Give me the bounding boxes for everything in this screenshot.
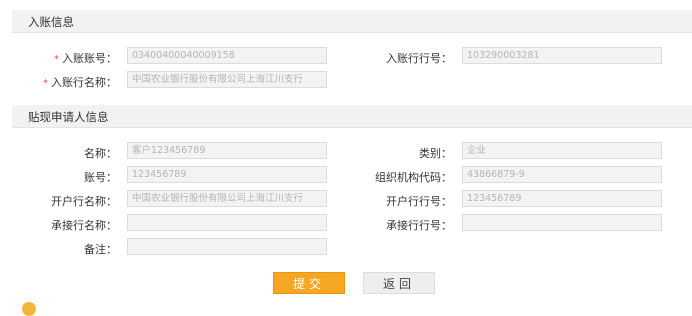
- open-bank-no-field[interactable]: 123456789: [462, 190, 662, 207]
- bank-name-field[interactable]: 中国农业银行股份有限公司上海江川支行: [127, 71, 327, 88]
- org-code-label: 组织机构代码：: [375, 171, 452, 184]
- section-header-applicant-info: 贴现申请人信息: [12, 105, 692, 128]
- accept-bank-name-label: 承接行名称：: [51, 219, 117, 232]
- section-title: 贴现申请人信息: [28, 110, 109, 124]
- help-icon[interactable]: [22, 302, 36, 316]
- section-header-account-info: 入账信息: [12, 10, 692, 33]
- name-label: 名称：: [84, 147, 117, 160]
- submit-button[interactable]: 提交: [273, 272, 345, 294]
- category-label: 类别：: [419, 147, 452, 160]
- open-bank-name-field[interactable]: 中国农业银行股份有限公司上海江川支行: [127, 190, 327, 207]
- bank-no-label: 入账行行号：: [386, 52, 452, 65]
- open-bank-name-label: 开户行名称：: [51, 195, 117, 208]
- account-label: 账号：: [84, 171, 117, 184]
- accept-bank-no-label: 承接行行号：: [386, 219, 452, 232]
- accept-bank-name-field[interactable]: [127, 214, 327, 231]
- category-field[interactable]: 企业: [462, 142, 662, 159]
- open-bank-no-label: 开户行行号：: [386, 195, 452, 208]
- account-no-field[interactable]: 03400400040009158: [127, 47, 327, 64]
- section-title: 入账信息: [28, 15, 74, 29]
- accept-bank-no-field[interactable]: [462, 214, 662, 231]
- back-button[interactable]: 返回: [363, 272, 435, 294]
- account-field[interactable]: 123456789: [127, 166, 327, 183]
- required-mark: *: [43, 78, 48, 89]
- account-no-label: * 入账账号：: [54, 52, 117, 65]
- required-mark: *: [54, 54, 59, 65]
- remark-label: 备注：: [84, 243, 117, 256]
- name-field[interactable]: 客户123456789: [127, 142, 327, 159]
- org-code-field[interactable]: 43866879-9: [462, 166, 662, 183]
- remark-field[interactable]: [127, 238, 327, 255]
- bank-no-field[interactable]: 103290003281: [462, 47, 662, 64]
- bank-name-label: * 入账行名称：: [43, 76, 117, 89]
- truncated-top-text: [416, 0, 456, 2]
